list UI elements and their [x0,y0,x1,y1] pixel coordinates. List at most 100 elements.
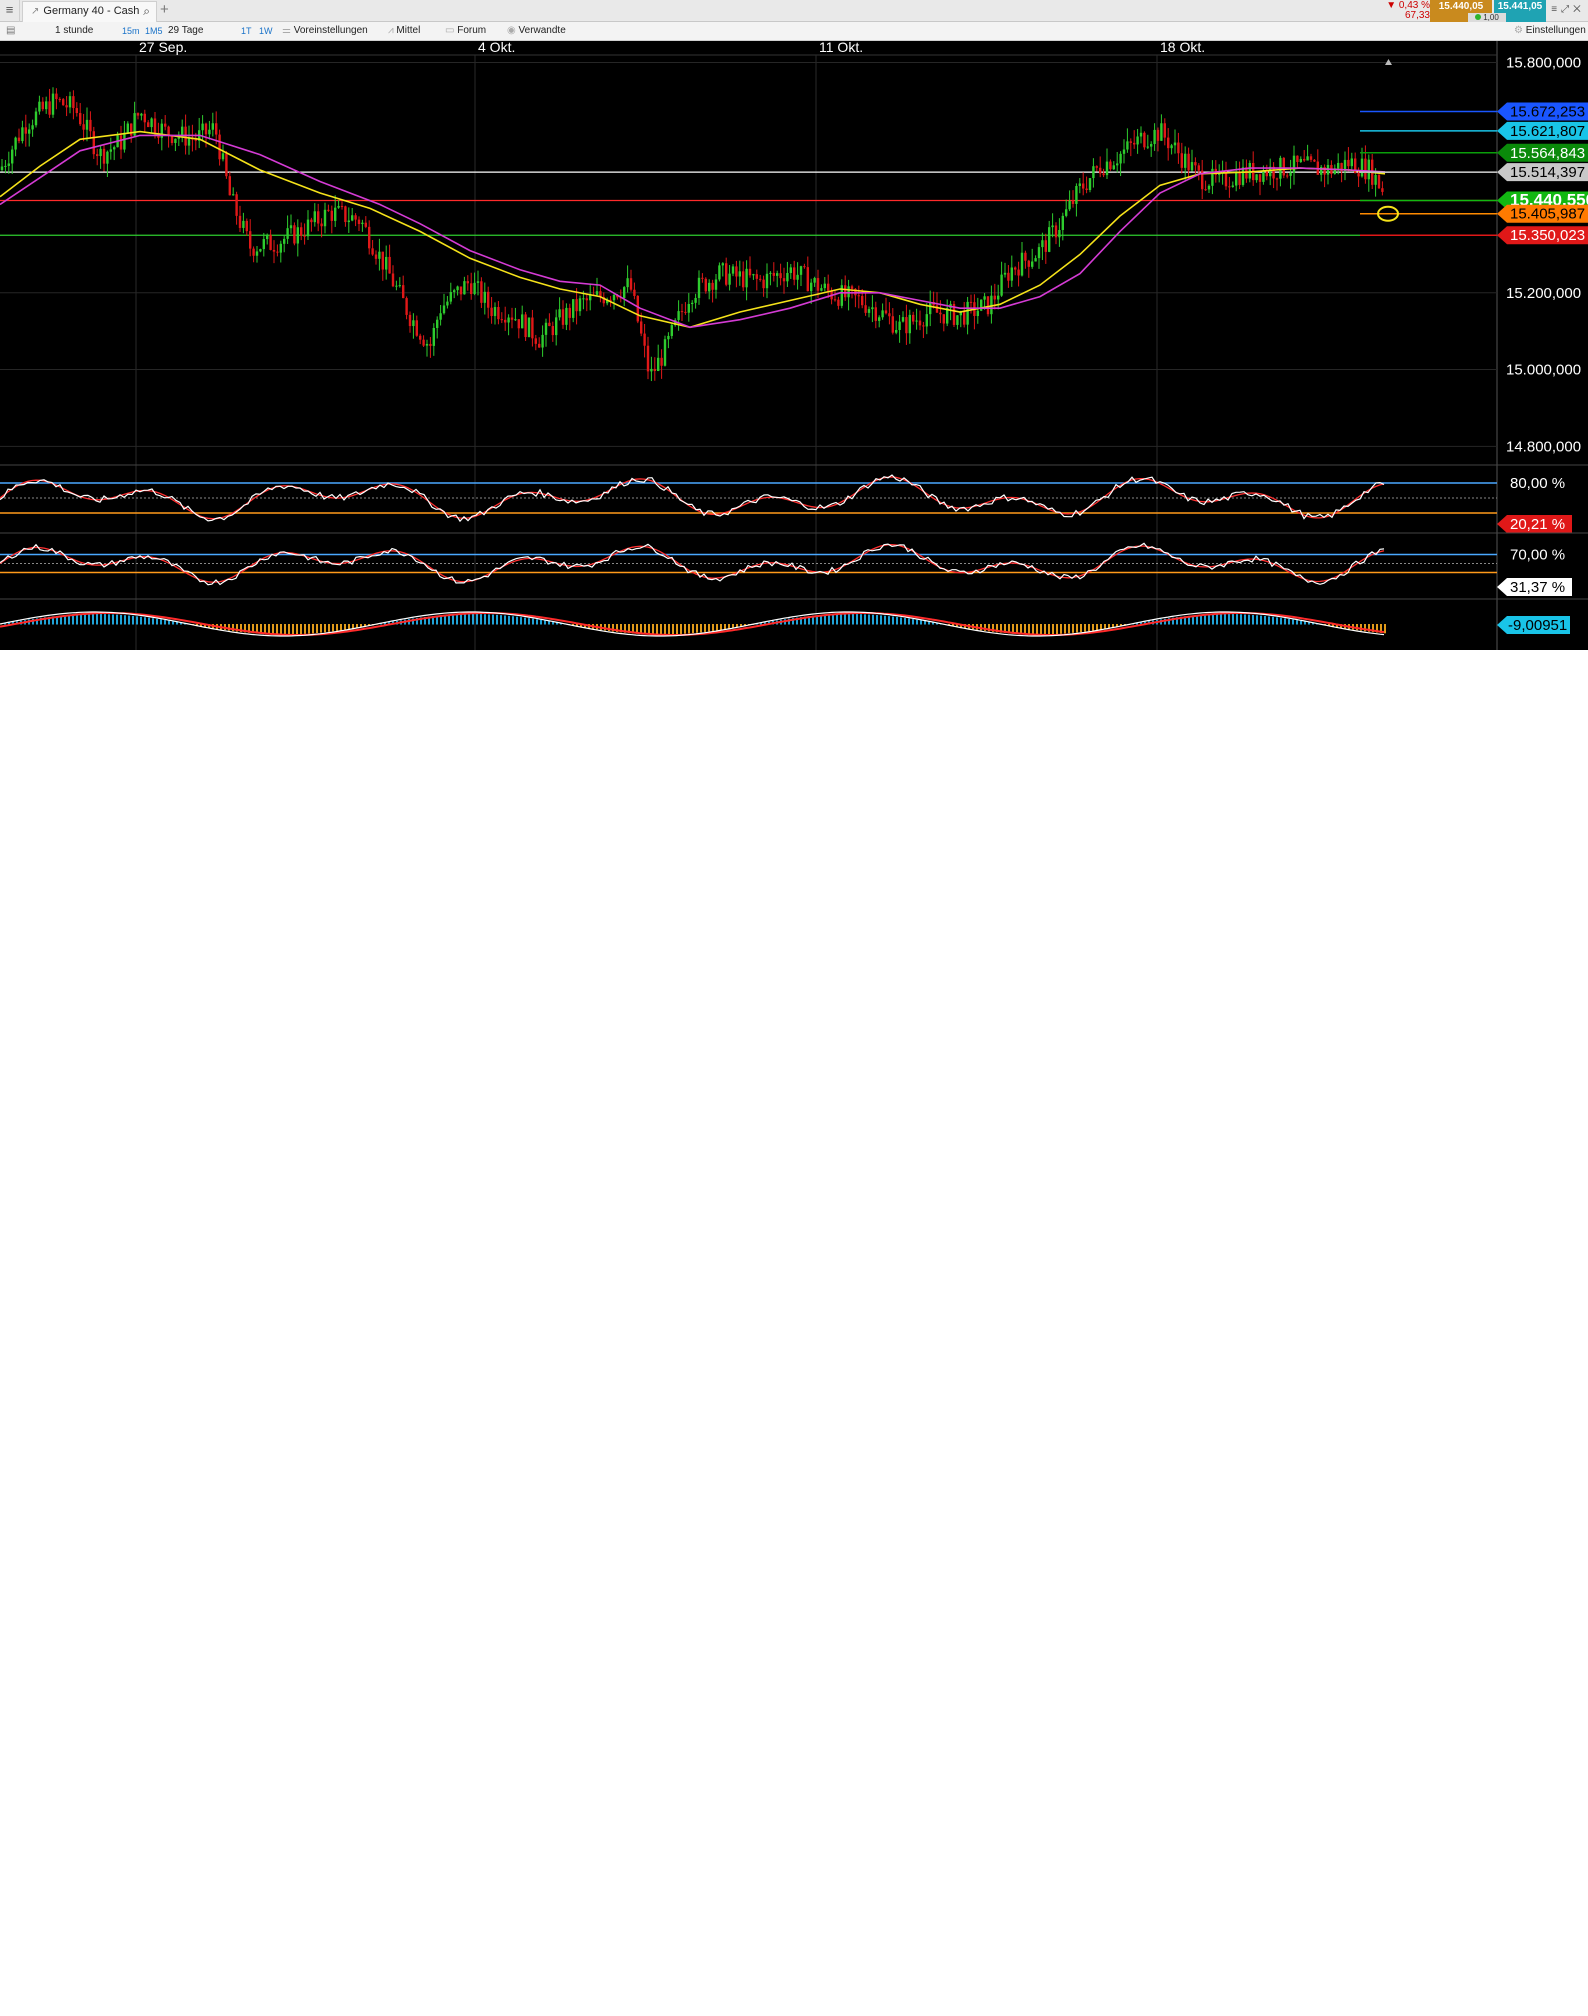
candle-body [748,268,752,276]
macd-bar [280,624,282,635]
plus-icon[interactable]: + [160,0,169,20]
candle-body [657,357,660,372]
macd-bar [676,624,678,635]
panel-icon[interactable]: ▤ [6,22,15,40]
candle-body [568,307,571,318]
macd-bar [300,624,302,635]
candle-body [738,271,741,277]
macd-bar [1028,624,1030,635]
quick-1m-button[interactable]: 1M5 [145,22,163,40]
candle-body [320,223,323,227]
candle-body [803,266,806,268]
macd-bar [1276,617,1278,625]
period-select[interactable]: 1 stunde [55,22,93,40]
macd-bar [84,614,86,625]
instrument-tab[interactable]: ↗ Germany 40 - Cash ⌕ [22,1,157,22]
candle-body [925,314,928,327]
related-button[interactable]: ◉ Verwandte [507,22,566,40]
candle-body [1146,146,1149,148]
macd-bar [1056,624,1058,634]
candle-body [782,278,786,282]
quick-1w-button[interactable]: 1W [259,22,273,40]
magnifier-icon[interactable]: ⌕ [143,2,150,21]
candle-body [1000,274,1003,296]
candle-body [905,317,908,334]
macd-bar [480,614,482,625]
quick-15m-button[interactable]: 15m [122,22,140,40]
candle-body [548,322,551,327]
candle-body [446,301,449,306]
chart-area[interactable]: 27 Sep. 4 Okt. 11 Okt. 18 Okt. 15.800,000 15.… [0,41,1588,650]
indicator-level-label: 80,00 % [1510,475,1565,492]
candle-body [1044,240,1047,252]
chart-canvas[interactable]: 27 Sep. 4 Okt. 11 Okt. 18 Okt. 15.800,000 15.… [0,41,1588,650]
candle-body [232,194,235,196]
candle-body [123,132,126,150]
candle-body [51,93,55,115]
candle-body [561,309,565,325]
candle-body [867,309,871,313]
candle-body [884,310,888,314]
candle-body [1099,167,1102,174]
candle-body [636,295,639,322]
candle-body [259,249,262,252]
candle-body [364,222,367,227]
bid-price: 15.440,05 [1438,1,1484,12]
candle-body [1211,168,1214,186]
macd-bar [152,618,154,625]
forum-button[interactable]: ▭ Forum [445,22,486,40]
macd-bar [528,618,530,625]
candle-body [85,119,89,130]
macd-bar [888,616,890,625]
candle-body [881,310,884,318]
candle-body [354,215,357,220]
macd-bar [1080,624,1082,633]
candle-body [65,105,68,108]
hamburger-menu-icon[interactable]: ≡ [0,0,20,22]
macd-bar [1264,616,1266,625]
candle-body [408,314,412,327]
candle-body [252,248,255,256]
candle-body [1027,260,1030,267]
macd-bar [832,614,834,625]
macd-bar [660,624,662,635]
macd-bar [472,614,474,625]
candle-body [714,279,718,290]
candle-body [653,368,656,372]
window-controls[interactable]: ≡⤢✕ [1548,0,1588,22]
macd-bar [1232,614,1234,625]
presets-button[interactable]: ⚌ Voreinstellungen [282,22,368,40]
price-tag-label: 15.621,807 [1510,123,1585,140]
macd-bar [892,616,894,625]
candle-body [490,307,493,317]
x-tick-label: 27 Sep. [139,41,187,55]
candle-body [497,307,500,320]
candle-body [1194,162,1197,166]
settings-button[interactable]: ⚙ Einstellungen [1514,22,1586,40]
macd-bar [452,614,454,625]
candle-body [1133,142,1136,145]
candle-body [990,295,993,315]
quick-1t-button[interactable]: 1T [241,22,252,40]
average-button[interactable]: ⩘ Mittel [388,22,420,40]
candle-body [595,291,599,295]
candle-body [136,113,140,116]
candle-body [1054,225,1058,238]
macd-bar [688,624,690,634]
candle-body [759,278,762,280]
candle-body [1068,200,1071,210]
candle-body [374,254,378,259]
macd-bar [320,624,322,633]
candle-body [99,148,102,157]
candle-body [330,210,333,221]
macd-bar [1204,614,1206,625]
candle-body [667,335,670,340]
candle-body [493,307,497,317]
candle-body [701,277,704,279]
candle-body [1374,174,1377,185]
candle-body [1228,186,1231,188]
range-select[interactable]: 29 Tage [168,22,203,40]
price-change: ▼ 0,43 % 67,33 [1378,0,1430,22]
macd-bar [1240,614,1242,625]
candle-body [915,320,918,322]
